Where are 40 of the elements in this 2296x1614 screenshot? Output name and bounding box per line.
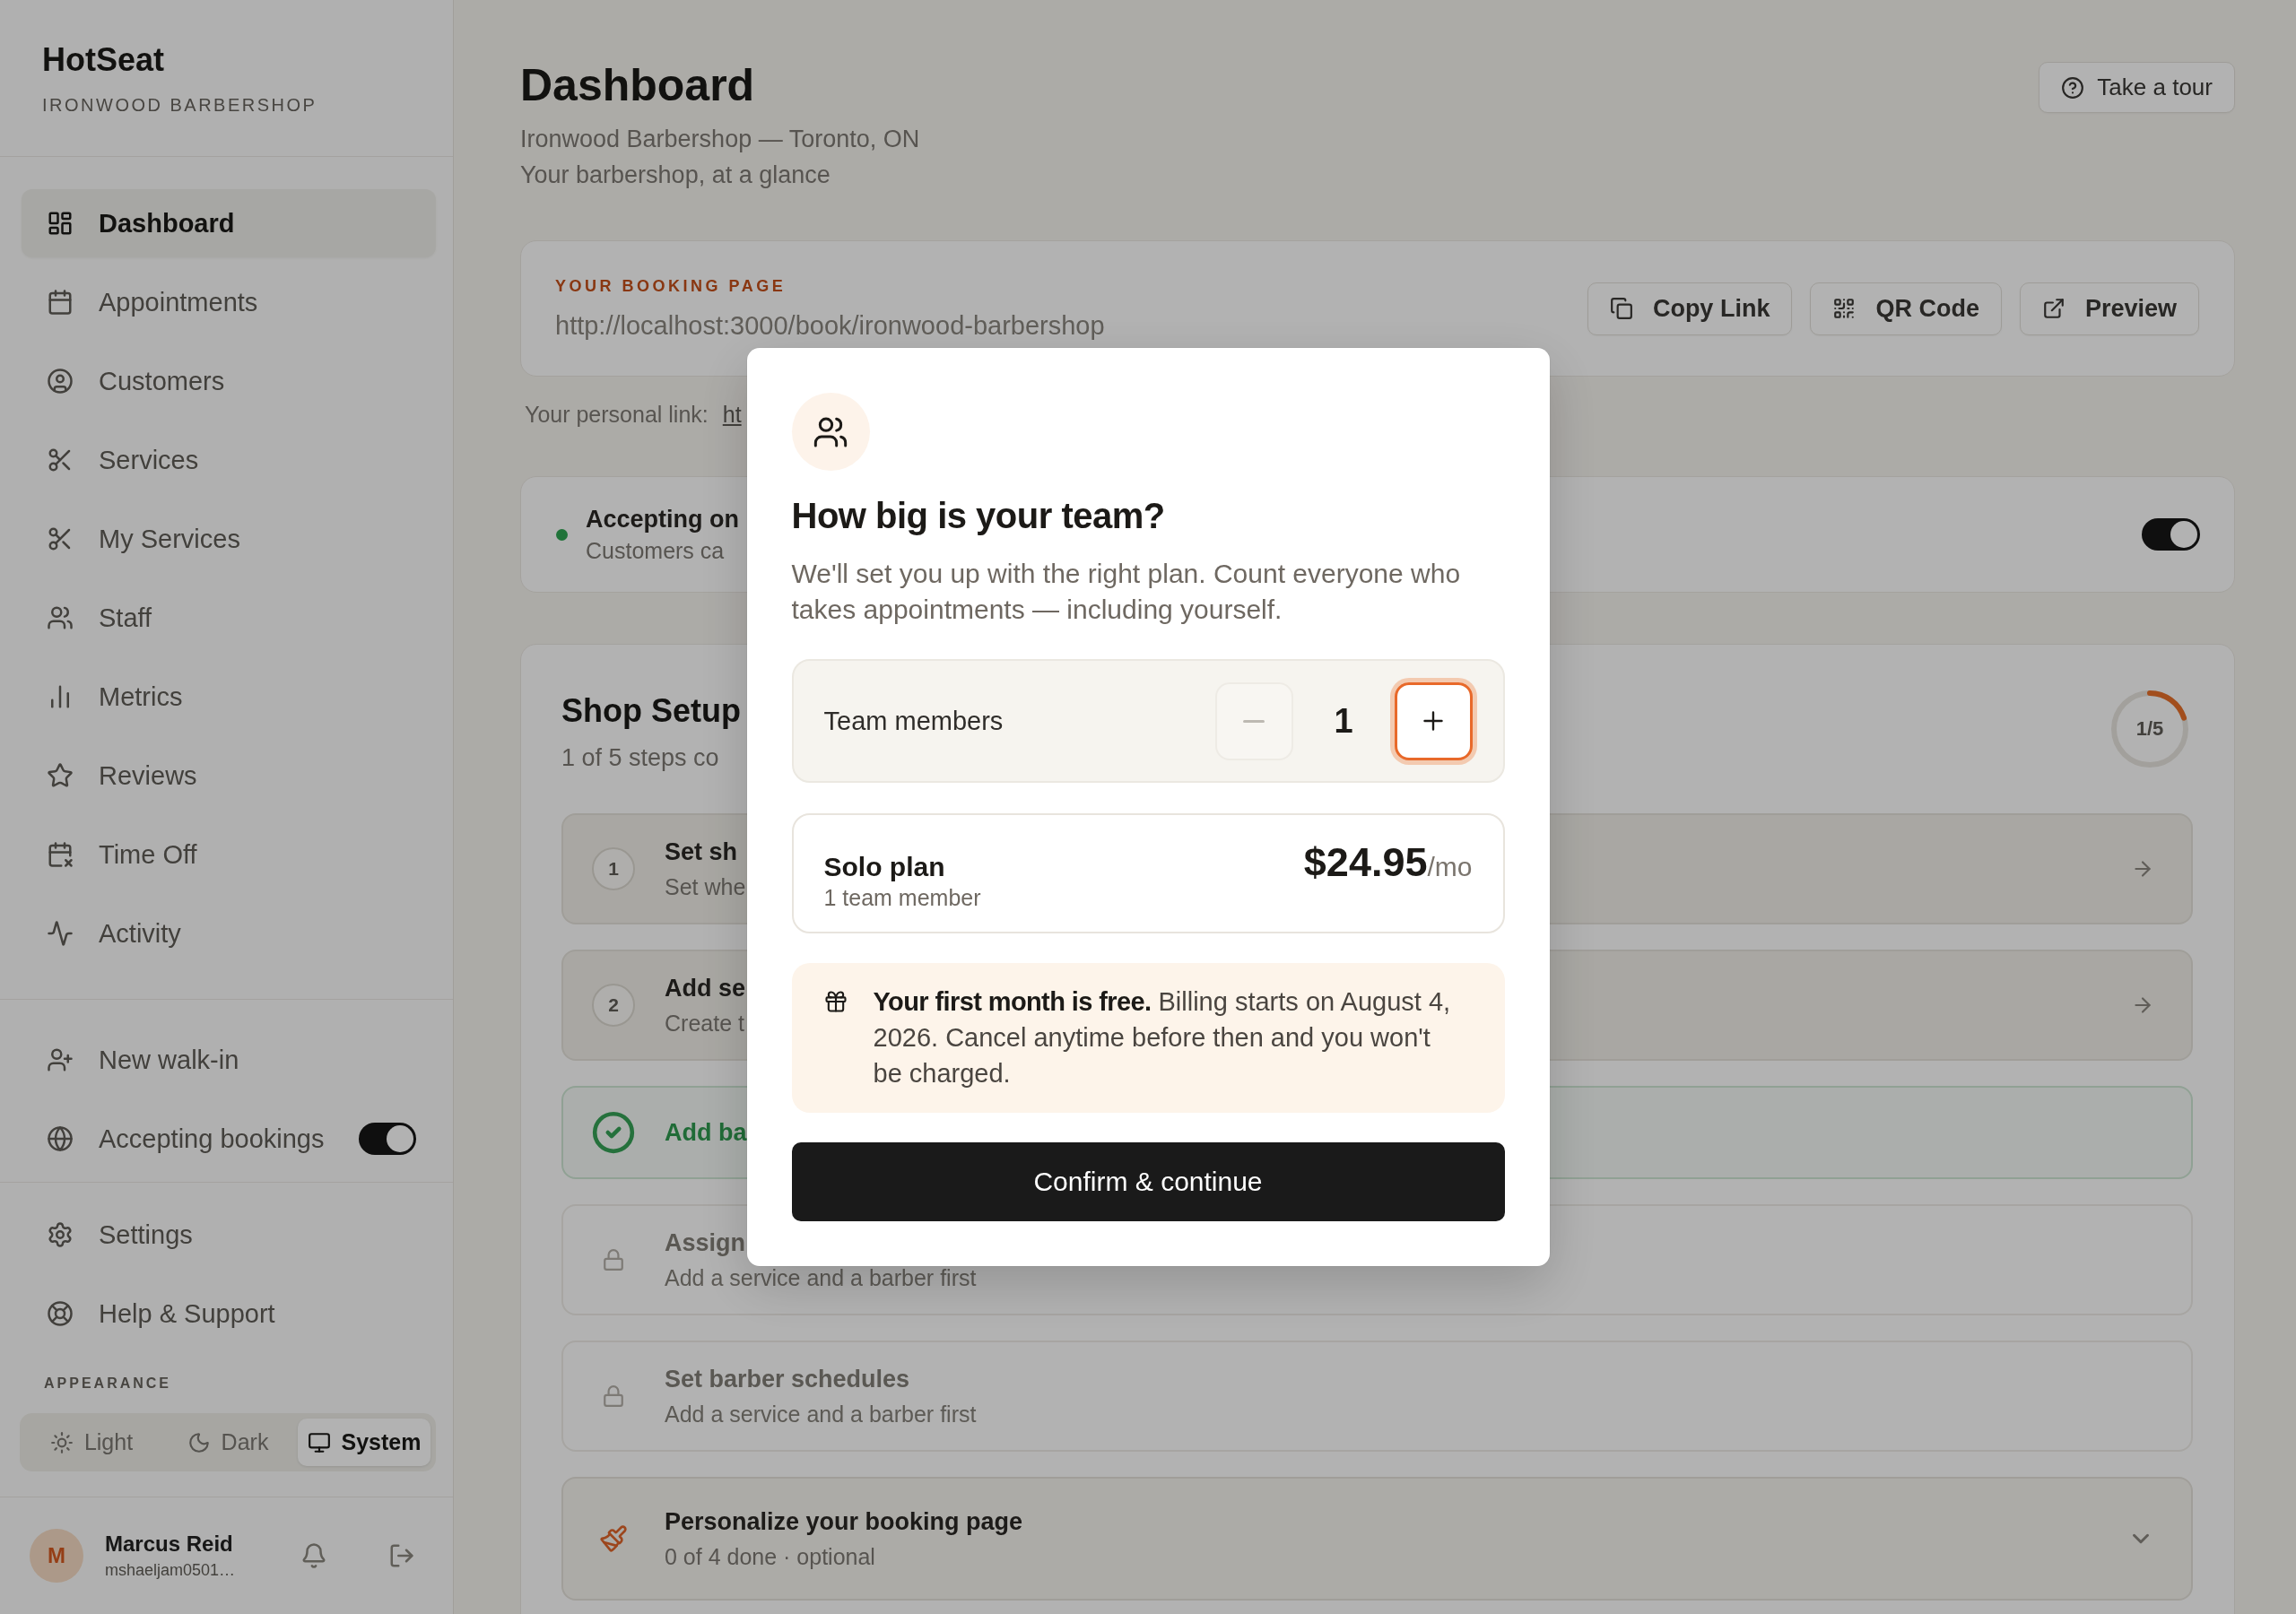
user-name: Marcus Reid: [105, 1532, 233, 1557]
dialog-title: How big is your team?: [791, 495, 1166, 537]
progress-label: 1/5: [2135, 717, 2164, 741]
step-title: Assign: [665, 1228, 746, 1258]
personal-link-label: Your personal link:: [525, 401, 709, 428]
user-email: mshaeljam0501…: [105, 1560, 236, 1580]
page-tagline: Your barbershop, at a glance: [520, 161, 831, 190]
step-subtitle: Create t: [665, 1010, 744, 1037]
setup-title: Shop Setup: [561, 691, 741, 731]
step-subtitle: Set whe: [665, 873, 746, 901]
step-subtitle: 0 of 4 done · optional: [665, 1543, 875, 1571]
step-title: Set barber schedules: [665, 1365, 910, 1394]
status-title: Accepting on: [586, 505, 739, 534]
step-title: Personalize your booking page: [665, 1507, 1023, 1537]
plan-period: /mo: [1427, 852, 1473, 882]
step-number: 1: [592, 847, 635, 890]
plan-name: Solo plan: [823, 851, 945, 883]
section-label: YOUR BOOKING PAGE: [555, 275, 787, 297]
step-title: Set sh: [665, 837, 738, 867]
booking-url: http://localhost:3000/book/ironwood-barbershop: [555, 309, 1105, 342]
step-subtitle: Add a service and a barber first: [665, 1401, 977, 1428]
step-title: Add se: [665, 974, 746, 1003]
dialog-description: We'll set you up with the right plan. Count everyone who takes appointments — including yourself.: [791, 558, 1462, 626]
stepper-value: 1: [1333, 701, 1354, 741]
page-title: Dashboard: [520, 59, 755, 112]
status-subtitle: Customers ca: [586, 537, 725, 565]
step-subtitle: Add a service and a barber first: [665, 1264, 977, 1292]
step-number: 2: [592, 984, 635, 1027]
section-label: APPEARANCE: [44, 1375, 171, 1393]
step-title: Add ba: [665, 1118, 747, 1148]
page-subtitle: Ironwood Barbershop — Toronto, ON: [520, 125, 920, 154]
brand-name: HotSeat: [42, 42, 165, 78]
avatar: M: [30, 1529, 83, 1583]
setup-progress-text: 1 of 5 steps co: [561, 743, 719, 772]
notice-text: Your first month is free. Billing starts on August 4, 2026. Cancel anytime before then and you won't be charged.: [873, 986, 1452, 1089]
stepper-label: Team members: [823, 706, 1004, 736]
shop-name: IRONWOOD BARBERSHOP: [42, 94, 317, 117]
plan-price: $24.95: [1303, 841, 1428, 884]
toggle-label: Accepting bookings: [99, 1124, 325, 1154]
plan-detail: 1 team member: [823, 884, 981, 911]
